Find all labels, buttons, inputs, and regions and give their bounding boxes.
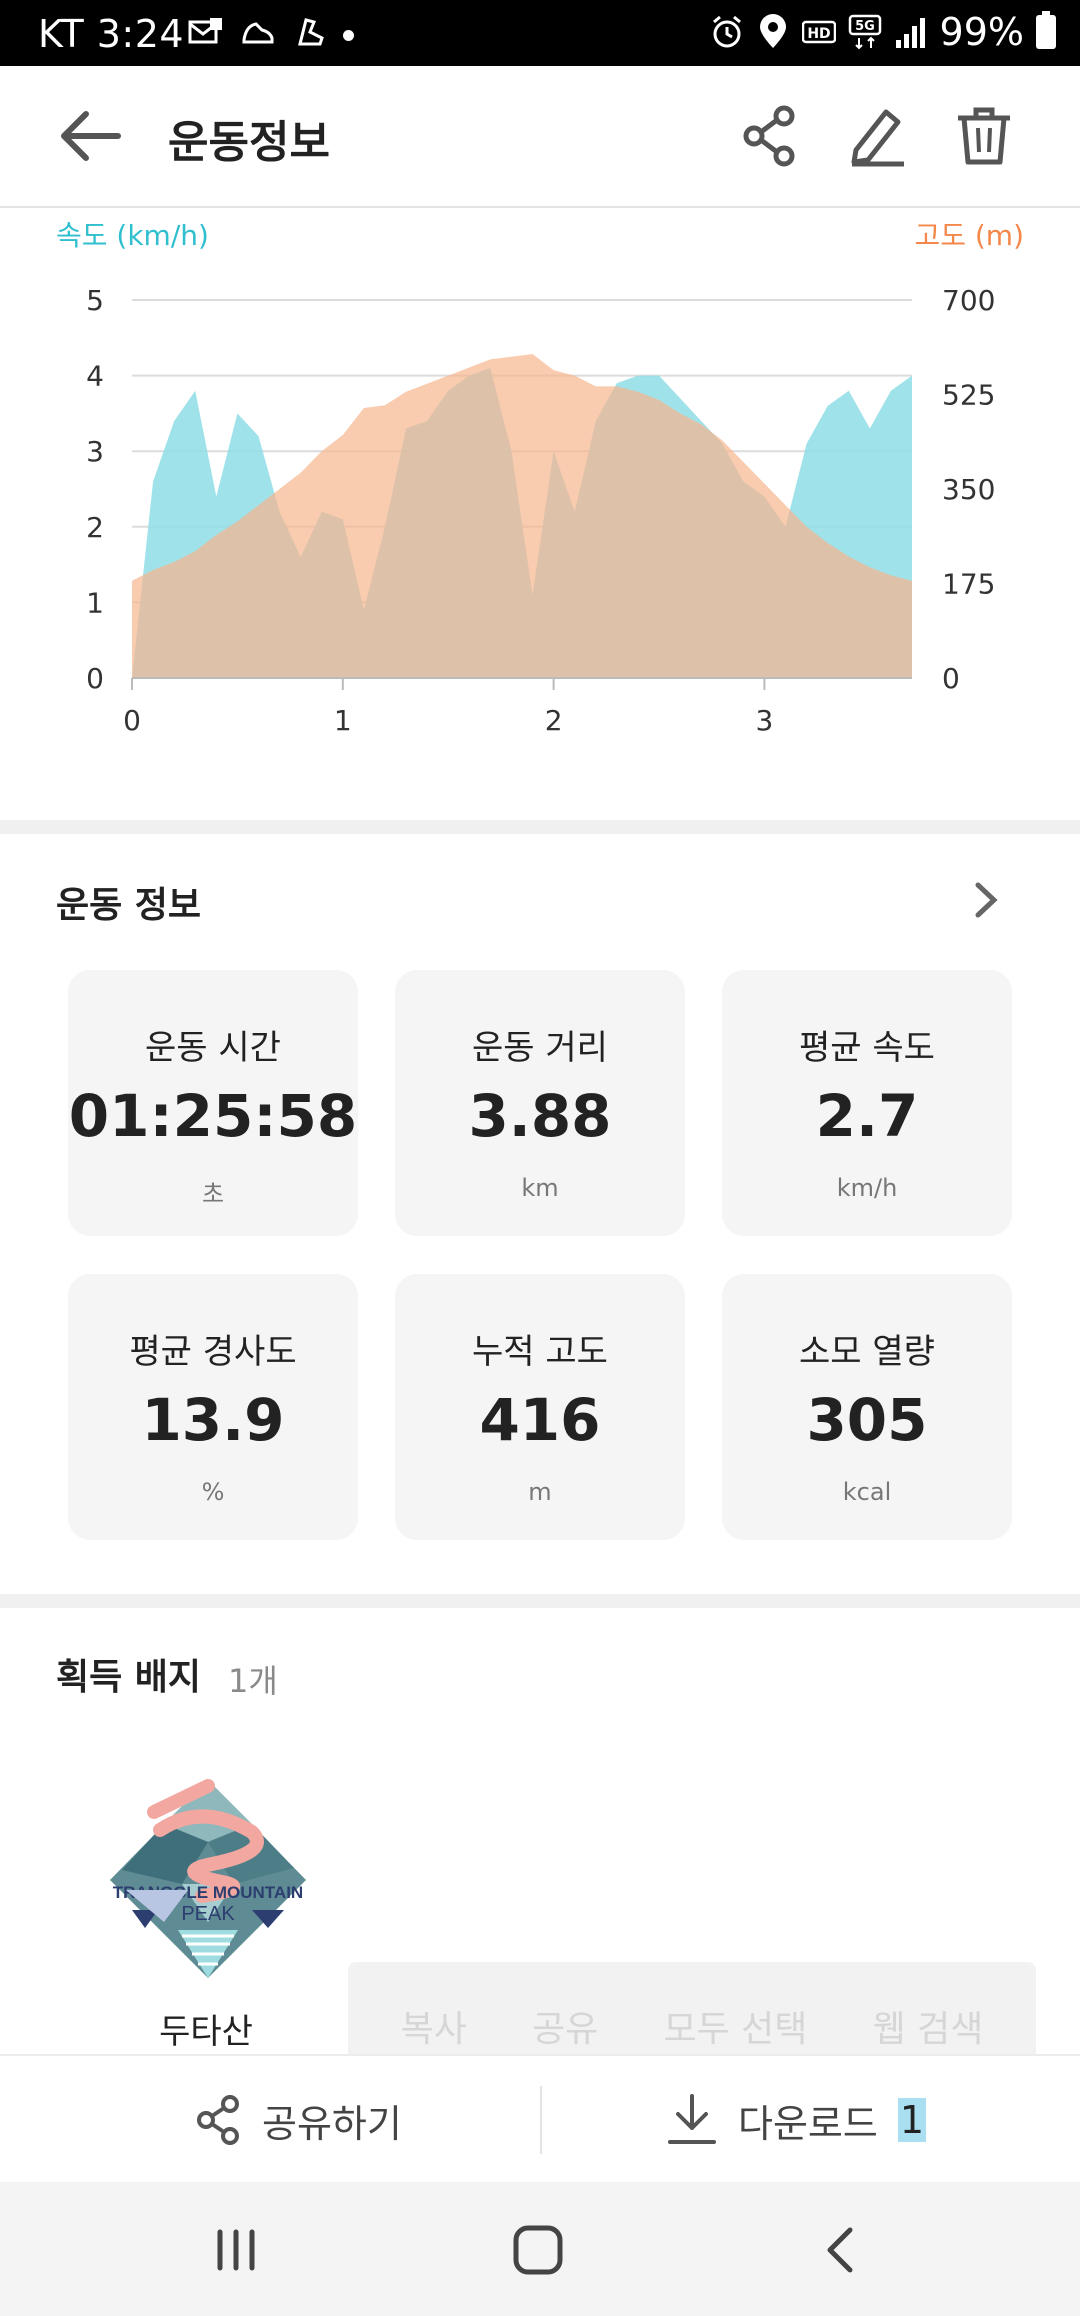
badge-section-title: 획득 배지 (56, 1657, 202, 1698)
stat-label: 운동 시간 (145, 1028, 281, 1068)
bottom-action-bar: 공유하기 다운로드 1 (0, 2054, 1080, 2182)
stat-label: 누적 고도 (472, 1332, 608, 1372)
stat-unit: % (201, 1478, 225, 1506)
y-left-tick-label: 1 (86, 586, 104, 619)
running-shoe-icon (292, 16, 328, 48)
hd-icon: HD (801, 20, 836, 44)
y-left-tick-label: 0 (86, 662, 104, 695)
notification-dot (343, 30, 354, 41)
shoe-icon (240, 16, 276, 48)
download-button[interactable]: 다운로드 1 (666, 2056, 927, 2184)
stat-label: 운동 거리 (472, 1028, 608, 1068)
badge-name: 두타산 (159, 2012, 253, 2052)
y-right-tick-label: 0 (942, 662, 960, 695)
y-left-tick-label: 4 (86, 360, 104, 393)
signal-icon (895, 18, 925, 48)
edit-icon[interactable] (846, 104, 910, 168)
stat-value: 2.7 (815, 1082, 919, 1150)
select-all-option[interactable]: 모두 선택 (663, 2000, 807, 2052)
stat-value: 416 (479, 1386, 601, 1454)
stat-unit: m (528, 1478, 552, 1506)
selected-text[interactable]: 1 (897, 2098, 927, 2142)
x-tick-label: 3 (756, 704, 774, 737)
stat-card-elevation-gain: 누적 고도 416 m (395, 1274, 685, 1540)
y-right-tick-label: 350 (942, 473, 995, 506)
share-option[interactable]: 공유 (532, 2000, 598, 2052)
chevron-right-icon[interactable] (966, 877, 1006, 923)
notification-icons (188, 16, 328, 48)
y-right-tick-label: 175 (942, 568, 995, 601)
5g-icon: 5G (848, 14, 881, 50)
y-right-tick-label: 525 (942, 379, 995, 412)
stat-value: 3.88 (468, 1082, 612, 1150)
stat-value: 13.9 (141, 1386, 285, 1454)
download-icon (668, 2094, 716, 2144)
stat-card-duration: 운동 시간 01:25:58 초 (68, 970, 358, 1236)
stat-value: 305 (806, 1386, 928, 1454)
stat-card-avg-slope: 평균 경사도 13.9 % (68, 1274, 358, 1540)
stat-unit: kcal (842, 1478, 892, 1506)
stat-card-distance: 운동 거리 3.88 km (395, 970, 685, 1236)
web-search-option[interactable]: 웹 검색 (873, 2000, 984, 2052)
altitude-area-series (132, 354, 912, 678)
back-arrow-icon[interactable] (56, 106, 126, 166)
y-left-tick-label: 3 (86, 435, 104, 468)
home-icon[interactable] (508, 2222, 568, 2278)
share-icon (197, 2095, 239, 2145)
system-nav-bar (0, 2182, 1080, 2316)
stat-card-avg-speed: 평균 속도 2.7 km/h (722, 970, 1012, 1236)
app-bar: 운동정보 (0, 66, 1080, 208)
stat-label: 평균 경사도 (129, 1332, 297, 1372)
back-icon[interactable] (812, 2222, 872, 2278)
share-button-label: 공유하기 (262, 2101, 402, 2146)
delete-icon[interactable] (952, 104, 1016, 168)
x-tick-label: 1 (334, 704, 352, 737)
status-bar: KT 3:24 HD 5G 99% (0, 0, 1080, 66)
status-right-icons: HD 5G 99% (710, 10, 1056, 54)
mountain-badge-logo[interactable]: TRANGGLE MOUNTAIN PEAK (102, 1772, 314, 1984)
bottom-divider (540, 2086, 542, 2154)
stat-unit: km/h (836, 1174, 898, 1202)
recent-apps-icon[interactable] (206, 2222, 266, 2278)
location-icon (759, 14, 786, 48)
page-title: 운동정보 (168, 117, 330, 168)
battery-percent: 99% (939, 10, 1024, 54)
x-tick-label: 2 (545, 704, 563, 737)
y-left-tick-label: 2 (86, 511, 104, 544)
status-carrier-time: KT 3:24 (38, 12, 185, 56)
speed-altitude-chart: 속도 (km/h) 고도 (m) 0 1 2 3 4 5 0 175 350 525 700 0 1 2 3 (0, 208, 1080, 820)
svg-text:HD: HD (807, 26, 830, 42)
stat-unit: km (521, 1174, 559, 1202)
copy-option[interactable]: 복사 (401, 2000, 467, 2052)
stat-label: 평균 속도 (799, 1028, 935, 1068)
section-divider (0, 820, 1080, 834)
stat-unit: 초 (201, 1180, 225, 1208)
svg-text:5G: 5G (855, 19, 875, 34)
alarm-icon (712, 15, 741, 48)
badge-logo-text-line2: PEAK (181, 1903, 235, 1925)
section-divider (0, 1594, 1080, 1608)
stat-card-calories: 소모 열량 305 kcal (722, 1274, 1012, 1540)
download-button-label: 다운로드 (738, 2101, 878, 2146)
stat-label: 소모 열량 (799, 1332, 935, 1372)
x-tick-label: 0 (123, 704, 141, 737)
chart-canvas: 0 1 2 3 4 5 0 175 350 525 700 0 1 2 3 (86, 284, 995, 737)
stat-value: 01:25:58 (68, 1082, 358, 1150)
share-icon[interactable] (738, 104, 802, 168)
y-right-tick-label: 700 (942, 284, 995, 317)
mail-notification-icon (188, 16, 224, 48)
y-left-tick-label: 5 (86, 284, 104, 317)
battery-icon (1036, 11, 1056, 49)
share-button[interactable]: 공유하기 (194, 2056, 402, 2184)
workout-section-title: 운동 정보 (56, 885, 202, 926)
badge-count: 1개 (228, 1662, 278, 1700)
